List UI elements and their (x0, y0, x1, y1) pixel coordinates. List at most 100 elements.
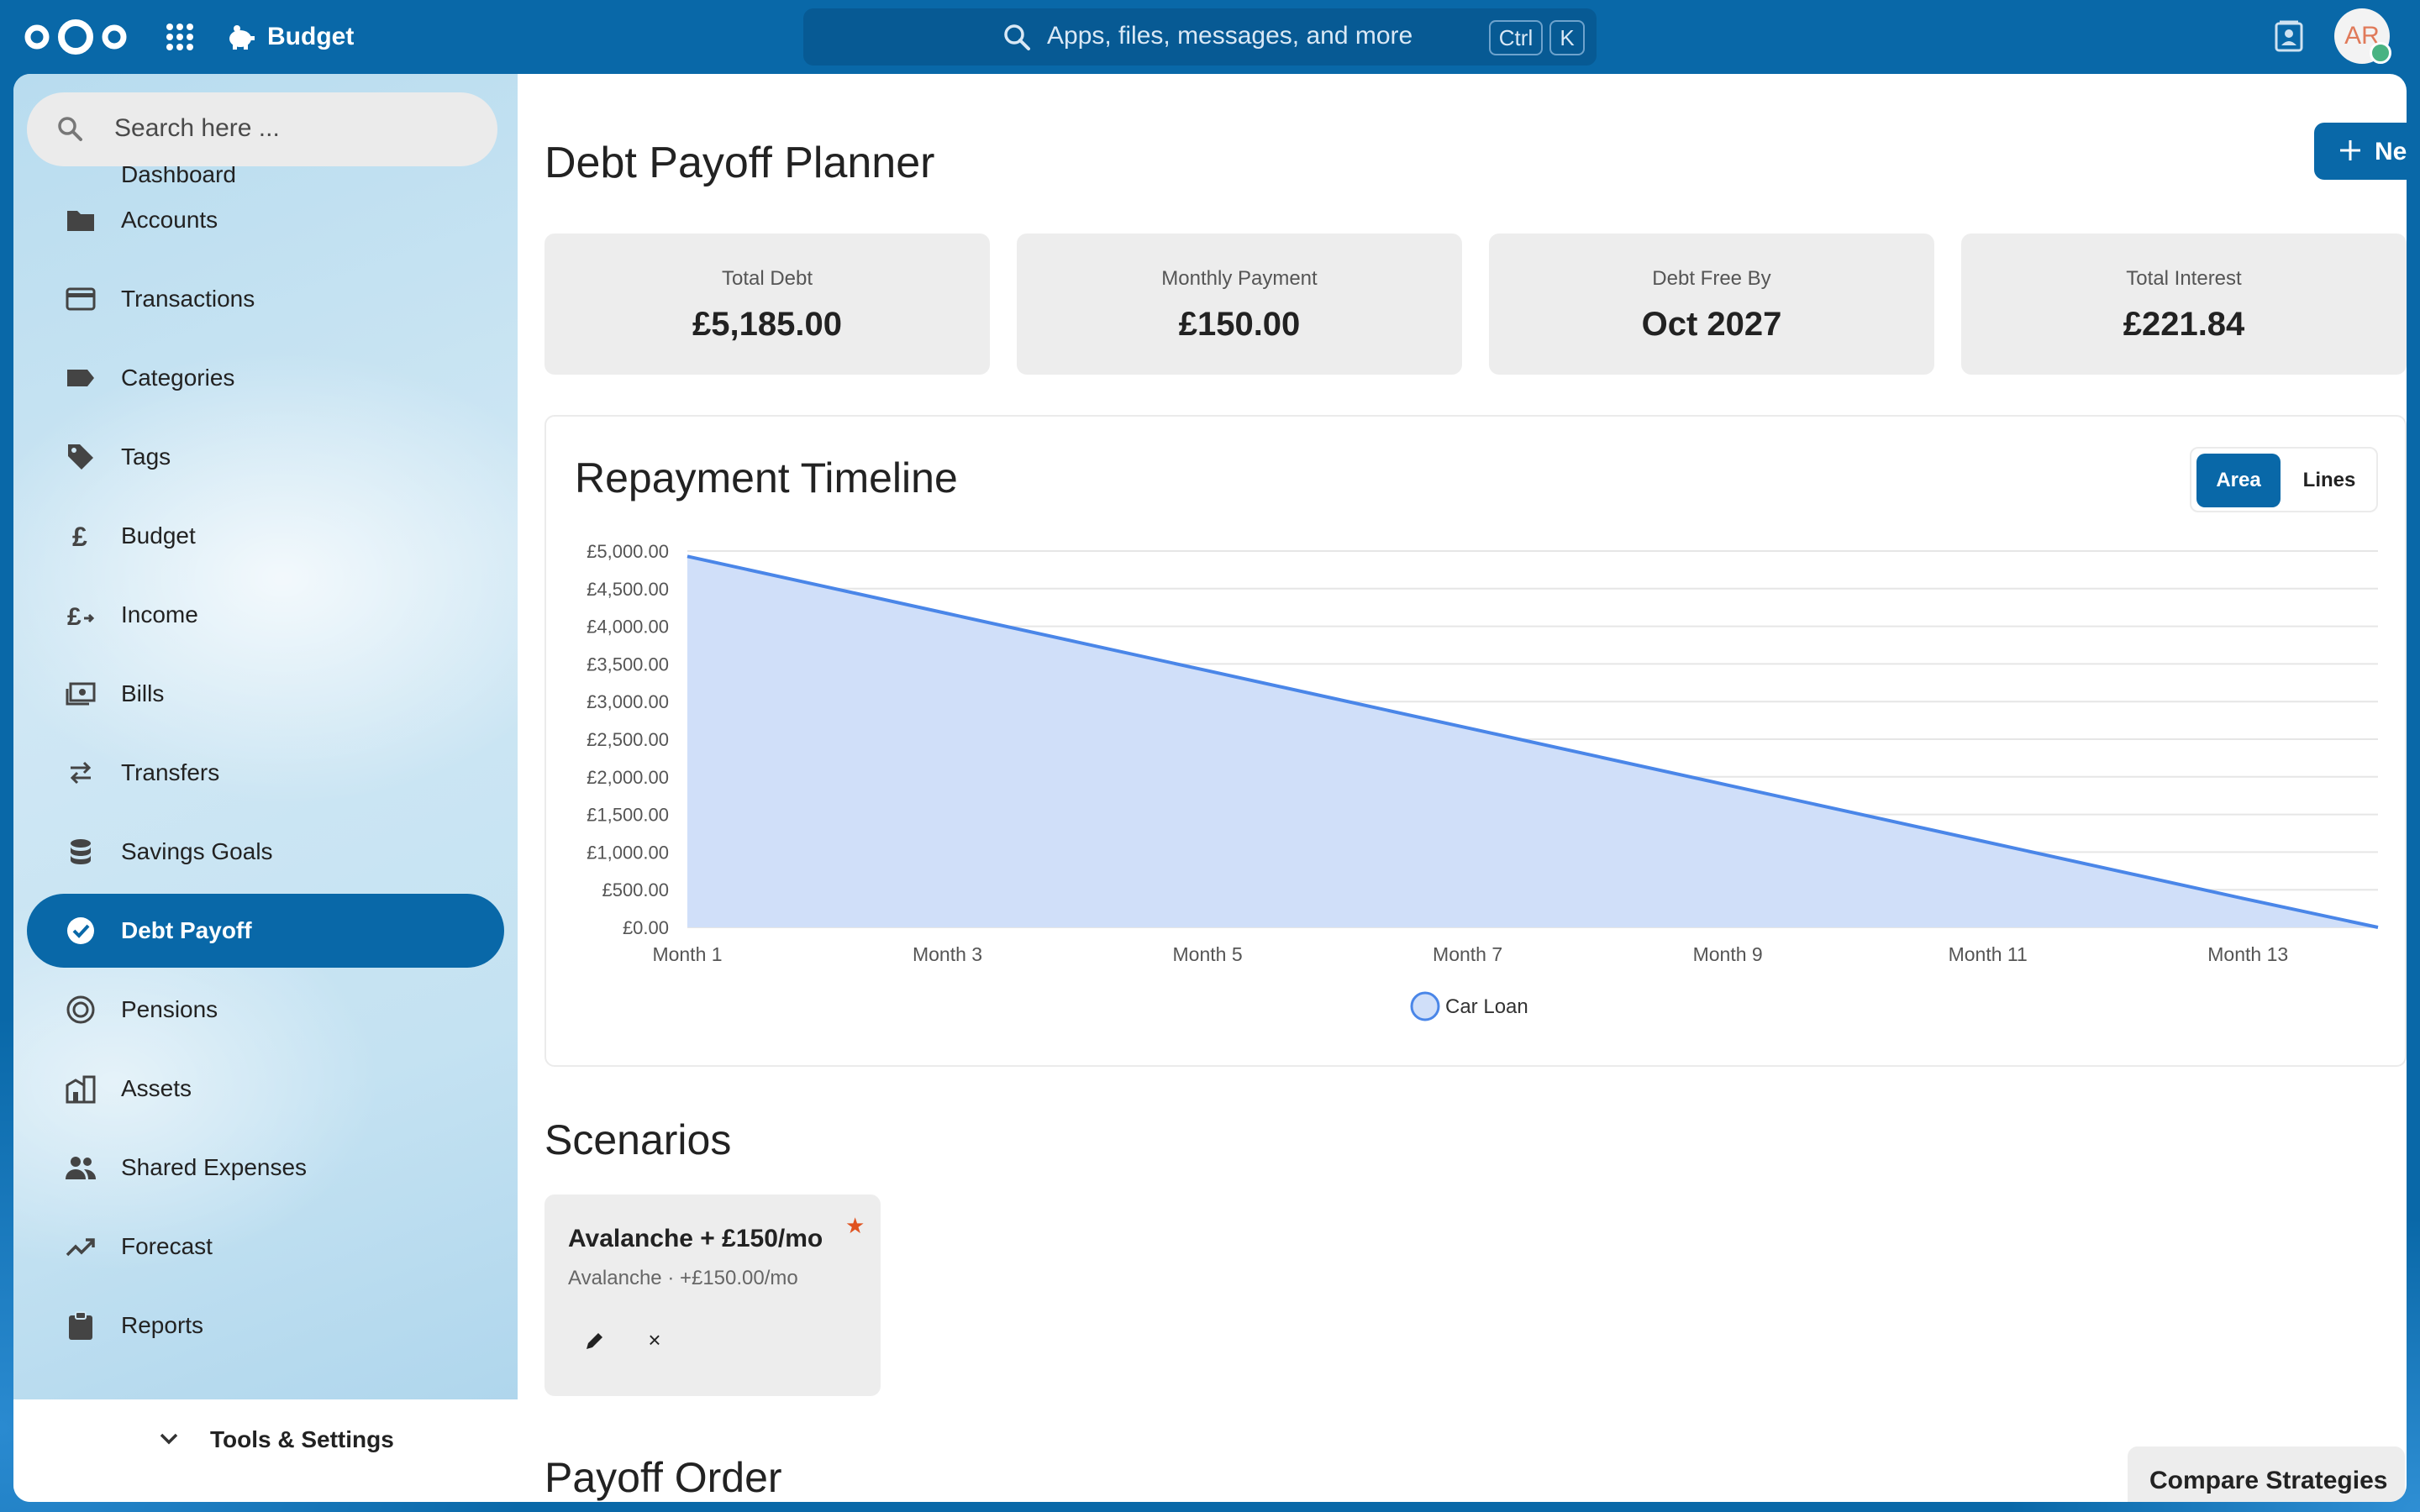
active-star-icon: ★ (845, 1213, 865, 1238)
compare-strategies-button[interactable]: Compare Strategies (2128, 1446, 2405, 1502)
sidebar-item-dashboard[interactable]: Dashboard (121, 166, 236, 183)
repayment-timeline-card: £0.00 £500.00 £1,000.00 £1,500.00 £2,000.00 £… (544, 415, 2407, 1067)
stat-label: Total Interest (2126, 267, 2242, 290)
sidebar-item-label: Tags (121, 444, 171, 470)
sidebar-item-label: Assets (121, 1075, 192, 1101)
clipboard-icon (69, 1311, 92, 1340)
sidebar-item-transfers[interactable]: Transfers (27, 736, 504, 810)
scenario-subtitle: Avalanche · +£150.00/mo (568, 1267, 798, 1289)
chart-title: Repayment Timeline (575, 454, 958, 501)
scenario-card[interactable]: Avalanche + £150/mo ★ Avalanche · +£150.… (544, 1194, 881, 1396)
swap-icon (70, 761, 92, 785)
toggle-area-button[interactable]: Area (2196, 454, 2281, 507)
chevron-down-icon (160, 1433, 178, 1445)
pencil-icon[interactable] (581, 1329, 607, 1354)
search-icon (1004, 24, 1030, 50)
stat-label: Total Debt (721, 267, 813, 290)
sidebar-item-savings-goals[interactable]: Savings Goals (27, 815, 504, 889)
sidebar-item-categories[interactable]: Categories (27, 341, 504, 415)
x-tick-label: Month 5 (1173, 943, 1243, 965)
y-tick-label: £2,500.00 (587, 729, 669, 750)
sidebar-item-label: Accounts (121, 207, 218, 233)
plus-icon (2340, 140, 2360, 160)
sidebar-item-pensions[interactable]: Pensions (27, 973, 504, 1047)
sidebar-item-label: Budget (121, 522, 196, 549)
sidebar: Search here ... Dashboard Accounts Trans… (13, 74, 518, 1502)
y-tick-label: £1,000.00 (587, 842, 669, 863)
sidebar-item-forecast[interactable]: Forecast (27, 1210, 504, 1284)
search-icon (58, 117, 82, 141)
database-icon (71, 839, 91, 864)
tools-settings-label: Tools & Settings (210, 1426, 394, 1452)
sidebar-item-shared-expenses[interactable]: Shared Expenses (27, 1131, 504, 1205)
sidebar-item-label: Categories (121, 365, 235, 391)
sidebar-item-assets[interactable]: Assets (27, 1052, 504, 1126)
check-circle-icon (67, 917, 94, 944)
piggy-bank-icon (229, 25, 255, 50)
x-tick-label: Month 11 (1949, 943, 2028, 965)
top-bar: Budget Apps, files, messages, and more C… (0, 0, 2420, 74)
stat-debt-free-by: Debt Free By Oct 2027 (1489, 234, 1934, 375)
delete-scenario-button[interactable]: × (642, 1327, 667, 1352)
sidebar-item-debt-payoff[interactable]: Debt Payoff (27, 894, 504, 968)
sidebar-item-accounts[interactable]: Accounts (27, 183, 504, 257)
sidebar-item-reports[interactable]: Reports (27, 1289, 504, 1362)
sidebar-item-label: Pensions (121, 996, 218, 1022)
legend-marker (1410, 991, 1440, 1021)
stat-monthly-payment: Monthly Payment £150.00 (1017, 234, 1462, 375)
toggle-lines-button[interactable]: Lines (2287, 454, 2371, 507)
search-placeholder: Apps, files, messages, and more (1047, 22, 1413, 50)
sidebar-search-input[interactable]: Search here ... (27, 92, 497, 166)
folder-icon (67, 211, 94, 231)
x-tick-label: Month 7 (1433, 943, 1502, 965)
legend-label: Car Loan (1445, 995, 1528, 1018)
sidebar-item-tags[interactable]: Tags (27, 420, 504, 494)
main-content: Debt Payoff Planner New Scenario Total D… (518, 74, 2407, 1502)
sidebar-item-bills[interactable]: Bills (27, 657, 504, 731)
y-tick-label: £3,000.00 (587, 691, 669, 712)
y-tick-label: £3,500.00 (587, 654, 669, 675)
new-scenario-button[interactable]: New Scenario (2314, 123, 2407, 180)
pound-icon: £ (72, 522, 87, 551)
sidebar-item-income[interactable]: £ Income (27, 578, 504, 652)
sidebar-item-label: Shared Expenses (121, 1154, 308, 1180)
sidebar-item-label: Savings Goals (121, 838, 273, 864)
x-tick-label: Month 9 (1693, 943, 1763, 965)
y-tick-label: £5,000.00 (587, 541, 669, 562)
sidebar-item-label: Transactions (121, 286, 255, 312)
app-menu-icon[interactable] (165, 22, 195, 52)
target-icon (66, 995, 95, 1024)
compare-strategies-label: Compare Strategies (2149, 1467, 2388, 1494)
stat-value: £221.84 (2123, 306, 2245, 343)
shortcut-ctrl-key: Ctrl (1489, 20, 1543, 55)
contacts-icon[interactable] (2272, 20, 2306, 54)
label-icon (67, 370, 94, 386)
stat-value: £5,185.00 (692, 306, 842, 343)
stat-label: Monthly Payment (1161, 267, 1318, 290)
trending-up-icon (66, 1238, 95, 1257)
shortcut-k-key: K (1549, 20, 1585, 55)
y-tick-label: £4,500.00 (587, 579, 669, 600)
payoff-order-heading: Payoff Order (544, 1454, 782, 1501)
unified-search[interactable]: Apps, files, messages, and more Ctrl K (803, 8, 1597, 66)
chart-type-toggle: Area Lines (2190, 447, 2378, 512)
sidebar-item-label: Transfers (121, 759, 220, 785)
building-icon (66, 1075, 96, 1104)
current-app[interactable]: Budget (225, 17, 354, 57)
svg-text:£: £ (72, 522, 87, 551)
sidebar-item-transactions[interactable]: Transactions (27, 262, 504, 336)
y-tick-label: £0.00 (623, 917, 669, 938)
x-tick-label: Month 3 (913, 943, 982, 965)
scenario-name: Avalanche + £150/mo (568, 1225, 823, 1252)
sidebar-item-label: Income (121, 601, 198, 627)
new-scenario-label: New Scenario (2375, 138, 2407, 165)
sidebar-search-placeholder: Search here ... (114, 114, 280, 142)
nextcloud-logo[interactable] (24, 18, 128, 55)
sidebar-footer: Tools & Settings (13, 1399, 518, 1502)
sidebar-item-budget[interactable]: £ Budget (27, 499, 504, 573)
x-tick-label: Month 13 (2207, 943, 2288, 965)
page-title: Debt Payoff Planner (544, 139, 935, 187)
stat-value: Oct 2027 (1641, 306, 1782, 343)
pound-arrow-icon: £ (67, 603, 95, 630)
sidebar-item-label: Reports (121, 1312, 204, 1338)
